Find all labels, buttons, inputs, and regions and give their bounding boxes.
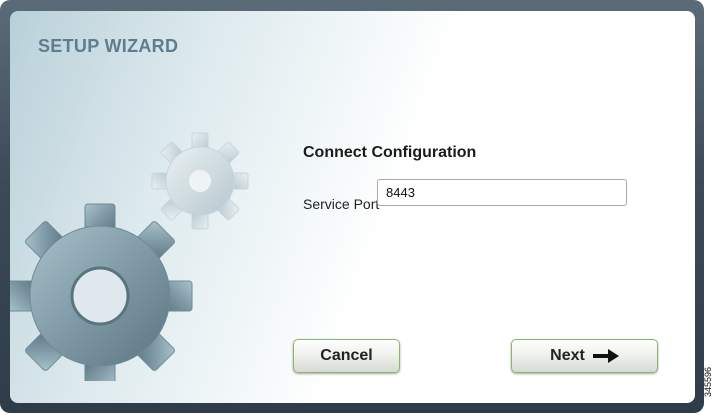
cancel-button[interactable]: Cancel — [293, 339, 400, 373]
next-button[interactable]: Next — [511, 339, 658, 373]
next-button-label: Next — [550, 347, 585, 364]
service-port-input[interactable] — [377, 179, 627, 206]
cancel-button-label: Cancel — [320, 347, 373, 364]
figure-code: 345596 — [703, 366, 713, 397]
arrow-right-icon — [592, 349, 619, 363]
form-heading: Connect Configuration — [303, 144, 477, 161]
service-port-label: Service Port — [303, 196, 380, 212]
wizard-title: SETUP WIZARD — [38, 36, 179, 56]
gears-icon — [10, 132, 249, 381]
